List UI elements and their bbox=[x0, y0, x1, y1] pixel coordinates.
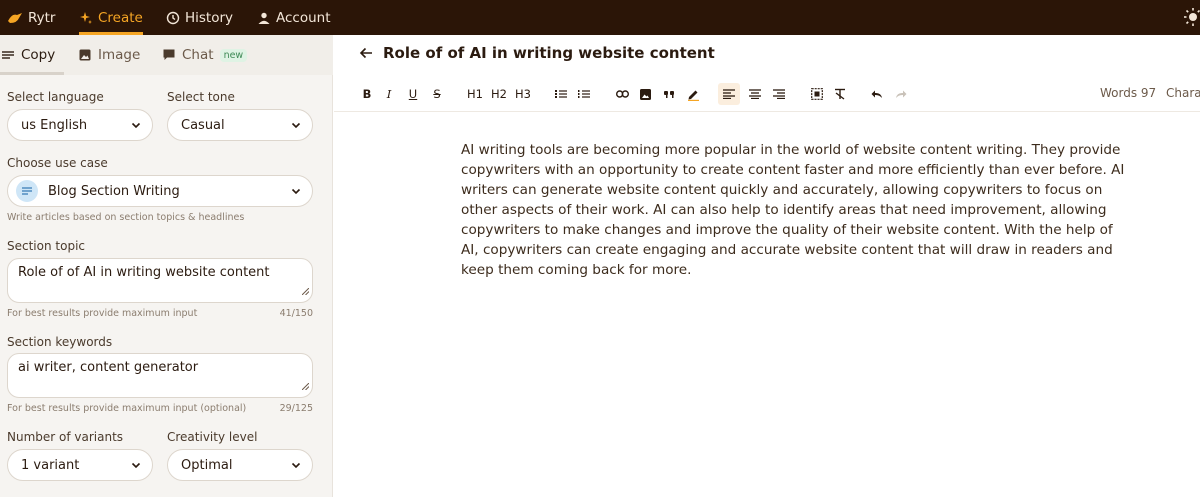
lines-icon bbox=[2, 50, 14, 60]
creativity-label: Creativity level bbox=[167, 430, 258, 444]
section-keywords-input[interactable]: ai writer, content generator bbox=[7, 353, 313, 398]
tab-chat[interactable]: Chat new bbox=[163, 35, 248, 75]
bullet-list-icon[interactable] bbox=[554, 86, 568, 102]
language-value: us English bbox=[21, 117, 88, 133]
nav-account[interactable]: Account bbox=[257, 0, 331, 35]
tab-copy[interactable]: Copy bbox=[2, 35, 65, 75]
image-icon bbox=[79, 49, 91, 61]
creativity-value: Optimal bbox=[181, 457, 233, 473]
use-case-label: Choose use case bbox=[7, 156, 108, 170]
nav-history-label: History bbox=[185, 9, 234, 26]
top-navbar: Rytr Create History Account bbox=[0, 0, 1200, 35]
numbered-list-icon[interactable] bbox=[577, 86, 591, 102]
language-select[interactable]: us English bbox=[7, 109, 153, 141]
tab-chat-label: Chat bbox=[182, 47, 214, 63]
section-keywords-count: 29/125 bbox=[279, 403, 313, 414]
redo-icon[interactable] bbox=[894, 86, 908, 102]
tone-value: Casual bbox=[181, 117, 225, 133]
select-all-icon[interactable] bbox=[810, 86, 824, 102]
section-topic-input[interactable]: Role of of AI in writing website content bbox=[7, 258, 313, 303]
align-center-icon[interactable] bbox=[748, 86, 762, 102]
document-lines-icon bbox=[16, 180, 38, 202]
chars-label: Charac bbox=[1166, 86, 1200, 100]
heading2-button[interactable]: H2 bbox=[490, 86, 508, 102]
nav-history[interactable]: History bbox=[166, 0, 233, 35]
brand-logo[interactable]: Rytr bbox=[7, 0, 55, 35]
use-case-select[interactable]: Blog Section Writing bbox=[7, 175, 313, 207]
nav-create-label: Create bbox=[98, 9, 143, 26]
strikethrough-button[interactable]: S bbox=[432, 86, 442, 102]
history-icon bbox=[166, 11, 180, 25]
language-label: Select language bbox=[7, 90, 104, 104]
tab-image[interactable]: Image bbox=[79, 35, 140, 75]
highlight-pen-icon[interactable] bbox=[686, 86, 700, 102]
new-badge: new bbox=[219, 48, 248, 62]
use-case-hint: Write articles based on section topics &… bbox=[7, 212, 245, 223]
editor-toolbar: B I U S H1 H2 H3 bbox=[334, 78, 1200, 112]
align-left-icon[interactable] bbox=[718, 83, 740, 105]
section-topic-value: Role of of AI in writing website content bbox=[18, 265, 270, 280]
nav-account-label: Account bbox=[276, 9, 331, 26]
section-topic-count: 41/150 bbox=[279, 308, 313, 319]
word-count: Words 97 Charac bbox=[1100, 86, 1200, 100]
section-keywords-hint: For best results provide maximum input (… bbox=[7, 403, 247, 414]
editor-content[interactable]: AI writing tools are becoming more popul… bbox=[461, 140, 1126, 280]
section-keywords-value: ai writer, content generator bbox=[18, 360, 199, 375]
resize-grip-icon[interactable] bbox=[301, 379, 310, 394]
chevron-down-icon bbox=[290, 185, 302, 201]
creativity-select[interactable]: Optimal bbox=[167, 449, 313, 481]
chevron-down-icon bbox=[130, 119, 142, 135]
underline-button[interactable]: U bbox=[408, 86, 418, 102]
bold-button[interactable]: B bbox=[362, 86, 372, 102]
align-right-icon[interactable] bbox=[772, 86, 786, 102]
tone-label: Select tone bbox=[167, 90, 235, 104]
sidebar: Copy Image Chat new Select language Sele… bbox=[0, 35, 333, 497]
heading1-button[interactable]: H1 bbox=[466, 86, 484, 102]
editor-header: Role of of AI in writing website content bbox=[359, 44, 715, 62]
blockquote-icon[interactable] bbox=[663, 86, 675, 102]
variants-label: Number of variants bbox=[7, 430, 124, 444]
italic-button[interactable]: I bbox=[385, 86, 393, 102]
insert-image-icon[interactable] bbox=[639, 86, 651, 102]
section-topic-label: Section topic bbox=[7, 239, 85, 253]
tone-select[interactable]: Casual bbox=[167, 109, 313, 141]
sidebar-tabs: Copy Image Chat new bbox=[0, 35, 333, 75]
words-label: Words 97 bbox=[1100, 86, 1157, 100]
link-icon[interactable] bbox=[615, 86, 629, 102]
document-title: Role of of AI in writing website content bbox=[383, 44, 715, 62]
tab-copy-label: Copy bbox=[21, 47, 56, 63]
nav-create[interactable]: Create bbox=[79, 0, 143, 35]
chevron-down-icon bbox=[290, 119, 302, 135]
rytr-logo-icon bbox=[7, 12, 23, 24]
use-case-value: Blog Section Writing bbox=[48, 183, 180, 199]
tab-image-label: Image bbox=[98, 47, 141, 63]
resize-grip-icon[interactable] bbox=[301, 284, 310, 299]
undo-icon[interactable] bbox=[870, 86, 884, 102]
clear-format-icon[interactable] bbox=[833, 86, 847, 102]
section-keywords-label: Section keywords bbox=[7, 335, 113, 349]
variants-select[interactable]: 1 variant bbox=[7, 449, 153, 481]
theme-toggle-sun-icon[interactable] bbox=[1183, 7, 1200, 31]
back-arrow-icon[interactable] bbox=[359, 47, 373, 59]
sparkle-icon bbox=[79, 11, 93, 25]
chevron-down-icon bbox=[130, 459, 142, 475]
user-icon bbox=[257, 11, 271, 25]
active-tab-indicator bbox=[0, 72, 64, 75]
brand-name: Rytr bbox=[28, 9, 56, 26]
section-topic-hint: For best results provide maximum input bbox=[7, 308, 198, 319]
chevron-down-icon bbox=[290, 459, 302, 475]
chat-icon bbox=[163, 49, 175, 61]
heading3-button[interactable]: H3 bbox=[514, 86, 532, 102]
variants-value: 1 variant bbox=[21, 457, 80, 473]
